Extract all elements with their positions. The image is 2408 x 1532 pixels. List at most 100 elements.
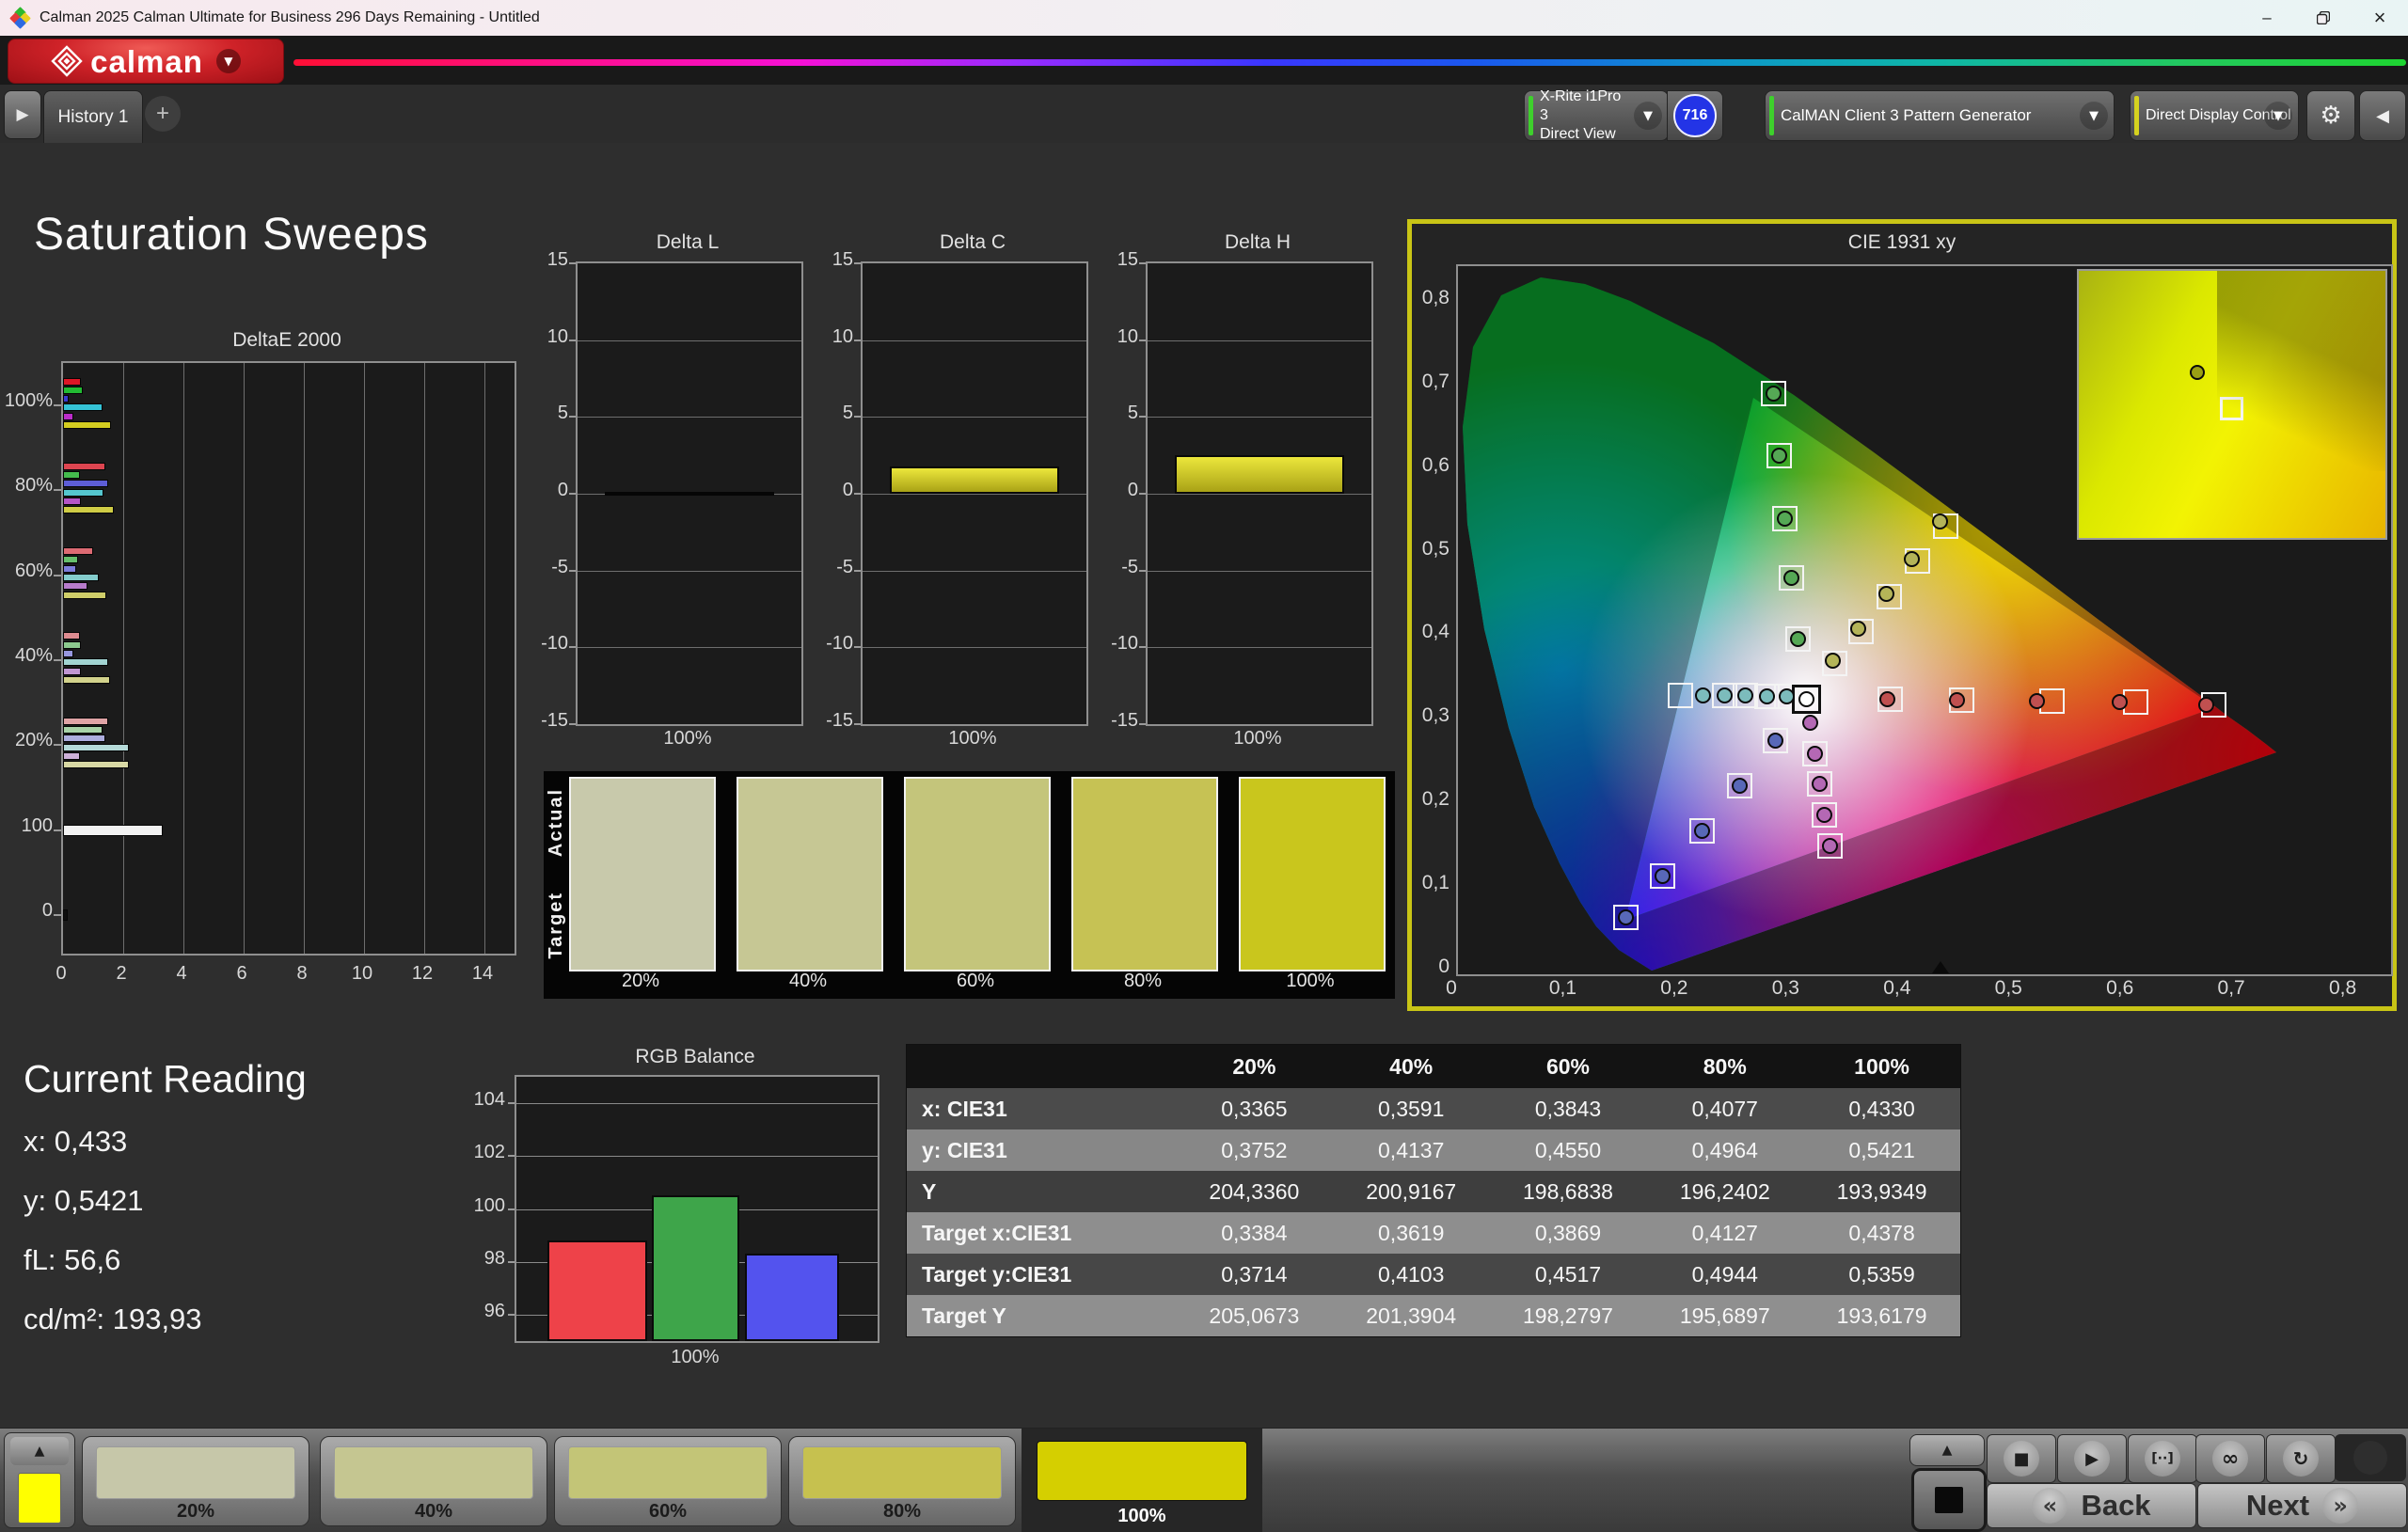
x-tick-label: 4: [167, 963, 196, 985]
grid-line: [244, 363, 245, 954]
chevron-down-icon[interactable]: ▼: [216, 49, 241, 73]
rgb-balance-chart[interactable]: [515, 1075, 879, 1343]
cie-measured-red: [1949, 692, 1965, 708]
deltae2000-title: DeltaE 2000: [61, 329, 513, 352]
delta-c-chart[interactable]: [861, 261, 1088, 726]
y-tick-label: 10: [1097, 326, 1138, 348]
x-tick-label: 2: [107, 963, 135, 985]
y-tick-label: 10: [812, 326, 853, 348]
minimize-button[interactable]: –: [2239, 0, 2295, 36]
step-icon: [··]: [2145, 1441, 2180, 1477]
axis-tick: [508, 1102, 515, 1104]
deltae-bar-cyan: [63, 744, 129, 751]
next-label: Next: [2246, 1489, 2309, 1523]
cie-y-tick-label: 0,3: [1412, 704, 1450, 727]
y-tick-label: 15: [1097, 249, 1138, 271]
continuous-measure-button[interactable]: ∞: [2195, 1434, 2265, 1483]
cie-1931-panel[interactable]: CIE 1931 xy: [1407, 219, 2397, 1011]
pattern-swatch: [802, 1446, 1002, 1499]
saturation-swatch-80%: [1071, 777, 1218, 971]
deltae-bar-red: [63, 718, 108, 725]
table-row: y: CIE310,37520,41370,45500,49640,5421: [907, 1129, 1960, 1171]
collapse-panel-button[interactable]: ◀: [2359, 90, 2406, 141]
cie-measured-green: [1783, 570, 1799, 586]
inactive-transport-slot: [2335, 1434, 2406, 1481]
swatch-percent-label: 60%: [904, 971, 1047, 992]
display-control-dropdown[interactable]: Direct Display Control ▼: [2130, 90, 2299, 141]
table-cell: 205,0673: [1176, 1303, 1333, 1329]
x-tick-label: 8: [288, 963, 316, 985]
pattern-display-button[interactable]: [1911, 1468, 1987, 1532]
cie-measured-red: [1879, 691, 1895, 707]
cie-y-tick-label: 0,4: [1412, 621, 1450, 643]
pattern-level-button-80%[interactable]: 80%: [788, 1436, 1016, 1526]
deltae-bar-red: [63, 378, 81, 386]
rgb-balance-title: RGB Balance: [515, 1046, 876, 1068]
back-button[interactable]: « Back: [1987, 1483, 2196, 1528]
expand-transport-button[interactable]: ▲: [1909, 1434, 1985, 1466]
grid-line: [516, 1103, 878, 1104]
table-row-label: x: CIE31: [907, 1097, 1176, 1122]
cie-zoom-inset: [2077, 269, 2387, 540]
deltae-bar-blue: [63, 395, 69, 403]
next-chevrons-icon: »: [2322, 1488, 2358, 1524]
y-tick-label: -15: [812, 710, 853, 732]
delta-c-title: Delta C: [861, 231, 1085, 254]
pattern-level-button-20%[interactable]: 20%: [82, 1436, 309, 1526]
tab-history-1[interactable]: History 1: [43, 90, 143, 144]
y-tick-label: 40%: [0, 645, 53, 667]
deltae-bar-blue: [63, 734, 105, 742]
pattern-level-button-60%[interactable]: 60%: [554, 1436, 782, 1526]
step-measure-button[interactable]: [··]: [2128, 1434, 2197, 1483]
cie-measured-green: [1766, 386, 1782, 402]
meter-dropdown[interactable]: X-Rite i1Pro 3Direct View ▼: [1524, 90, 1669, 141]
actual-target-swatch-strip[interactable]: Actual Target 20%40%60%80%100%: [544, 771, 1395, 999]
table-cell: 204,3360: [1176, 1179, 1333, 1205]
grid-line: [863, 647, 1086, 648]
deltae-bar-green: [63, 726, 103, 734]
pattern-level-button-40%[interactable]: 40%: [320, 1436, 547, 1526]
calman-diamond-icon: [51, 45, 83, 77]
play-button[interactable]: ▶: [2057, 1434, 2127, 1483]
stop-button[interactable]: ■: [1987, 1434, 2056, 1483]
cie-measured-magenta: [1816, 807, 1832, 823]
cie-y-tick-label: 0,7: [1412, 371, 1450, 393]
tab-scroll-button[interactable]: ▶: [4, 90, 41, 139]
next-button[interactable]: Next »: [2197, 1483, 2407, 1528]
pattern-generator-dropdown[interactable]: CalMAN Client 3 Pattern Generator ▼: [1765, 90, 2115, 141]
pattern-level-button-100%[interactable]: 100%: [1022, 1429, 1262, 1532]
repeat-measure-button[interactable]: ↻: [2266, 1434, 2336, 1483]
table-header-cell: 60%: [1490, 1054, 1647, 1080]
delta-h-chart[interactable]: [1146, 261, 1373, 726]
expand-up-button[interactable]: ▲: [10, 1437, 69, 1465]
cie-chart-area[interactable]: [1456, 264, 2393, 976]
grid-line: [863, 494, 1086, 495]
axis-tick: [569, 262, 576, 264]
close-button[interactable]: ×: [2352, 0, 2408, 36]
delta-l-chart[interactable]: [576, 261, 803, 726]
table-cell: 193,9349: [1803, 1179, 1960, 1205]
meter-reading-badge-button[interactable]: 716: [1667, 90, 1723, 141]
add-tab-button[interactable]: +: [145, 96, 181, 132]
pattern-window-control[interactable]: ▲: [4, 1432, 75, 1528]
calman-logo-button[interactable]: calman ▼: [8, 39, 284, 84]
table-cell: 0,3365: [1176, 1097, 1333, 1122]
settings-gear-button[interactable]: ⚙: [2306, 90, 2355, 141]
restore-button[interactable]: [2295, 0, 2352, 36]
y-tick-label: 15: [812, 249, 853, 271]
cie-x-tick-label: 0,4: [1877, 977, 1918, 1000]
page-title: Saturation Sweeps: [34, 209, 429, 261]
deltae2000-chart[interactable]: [61, 361, 516, 956]
table-cell: 193,6179: [1803, 1303, 1960, 1329]
cie-y-tick-label: 0,1: [1412, 872, 1450, 894]
cie-measured-green: [1771, 448, 1787, 464]
deltae-bar-green: [63, 471, 80, 479]
deltae-bar-blue: [63, 650, 73, 657]
table-header-cell: 80%: [1646, 1054, 1803, 1080]
axis-tick: [854, 493, 861, 495]
cie-y-tick-label: 0,8: [1412, 287, 1450, 309]
deltae-bar-green: [63, 641, 81, 649]
meter-label: X-Rite i1Pro 3Direct View: [1540, 87, 1630, 144]
swatch-percent-label: 100%: [1239, 971, 1382, 992]
rgb-bar-green: [652, 1195, 739, 1341]
